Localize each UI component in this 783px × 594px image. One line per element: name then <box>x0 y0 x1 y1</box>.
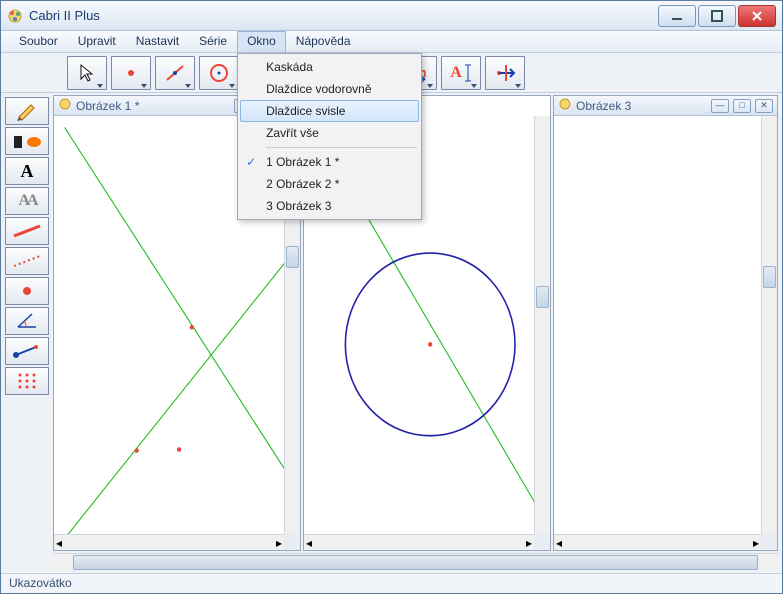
minimize-button[interactable] <box>658 5 696 27</box>
tool-transform[interactable] <box>485 56 525 90</box>
status-text: Ukazovátko <box>9 576 72 590</box>
menu-window-2[interactable]: 2 Obrázek 2 * <box>240 173 419 195</box>
tool-point[interactable] <box>111 56 151 90</box>
menu-soubor[interactable]: Soubor <box>9 31 68 52</box>
scroll-right-icon[interactable]: ▸ <box>753 536 759 550</box>
tool-point-style[interactable] <box>5 277 49 305</box>
window-title: Cabri II Plus <box>29 8 656 23</box>
menu-separator <box>266 147 417 148</box>
chevron-down-icon <box>185 84 191 88</box>
tool-pointer[interactable] <box>67 56 107 90</box>
menu-tile-vertical[interactable]: Dlaždice svisle <box>240 100 419 122</box>
menu-nastavit[interactable]: Nastavit <box>126 31 189 52</box>
tool-fill[interactable] <box>5 127 49 155</box>
chevron-down-icon <box>229 84 235 88</box>
doc-icon <box>58 97 72 114</box>
tool-font-style[interactable]: AA <box>5 187 49 215</box>
document-window-3: Obrázek 3 — □ ✕ ◂▸ <box>553 95 778 551</box>
menu-okno-label: Okno <box>247 34 276 48</box>
tool-font[interactable]: A <box>5 157 49 185</box>
doc-maximize-button[interactable]: □ <box>733 99 751 113</box>
doc-close-button[interactable]: ✕ <box>755 99 773 113</box>
canvas-3[interactable]: ◂▸ <box>554 116 777 550</box>
chevron-down-icon <box>141 84 147 88</box>
main-horizontal-scrollbar[interactable] <box>53 553 778 571</box>
tool-line-dotted[interactable] <box>5 247 49 275</box>
menu-upravit[interactable]: Upravit <box>68 31 126 52</box>
horizontal-scrollbar[interactable]: ◂▸ <box>554 534 761 550</box>
tool-line-red[interactable] <box>5 217 49 245</box>
vertical-scrollbar[interactable] <box>761 116 777 534</box>
scroll-thumb[interactable] <box>286 246 299 268</box>
scroll-left-icon[interactable]: ◂ <box>56 536 62 550</box>
menubar: Soubor Upravit Nastavit Série Okno Kaská… <box>1 31 782 53</box>
chevron-down-icon <box>97 84 103 88</box>
menu-window-3[interactable]: 3 Obrázek 3 <box>240 195 419 217</box>
menu-okno[interactable]: Okno Kaskáda Dlaždice vodorovně Dlaždice… <box>237 31 286 52</box>
scroll-right-icon[interactable]: ▸ <box>276 536 282 550</box>
scroll-left-icon[interactable]: ◂ <box>306 536 312 550</box>
menu-window-1[interactable]: ✓1 Obrázek 1 * <box>240 151 419 173</box>
tool-circle[interactable] <box>199 56 239 90</box>
tool-text[interactable]: A <box>441 56 481 90</box>
tool-grid[interactable] <box>5 367 49 395</box>
titlebar: Cabri II Plus <box>1 1 782 31</box>
chevron-down-icon <box>427 84 433 88</box>
menu-cascade[interactable]: Kaskáda <box>240 56 419 78</box>
tool-segment[interactable] <box>155 56 195 90</box>
document-title: Obrázek 3 <box>576 99 707 113</box>
menu-close-all[interactable]: Zavřít vše <box>240 122 419 144</box>
status-bar: Ukazovátko <box>1 573 782 593</box>
scroll-left-icon[interactable]: ◂ <box>556 536 562 550</box>
chevron-down-icon <box>471 84 477 88</box>
tool-vector[interactable] <box>5 337 49 365</box>
doc-icon <box>558 97 572 114</box>
vertical-scrollbar[interactable] <box>534 116 550 534</box>
tool-pencil[interactable] <box>5 97 49 125</box>
check-icon: ✓ <box>246 155 256 169</box>
app-icon <box>7 8 23 24</box>
scroll-thumb[interactable] <box>763 266 776 288</box>
app-window: Cabri II Plus Soubor Upravit Nastavit Sé… <box>0 0 783 594</box>
document-title: Obrázek 1 * <box>76 99 230 113</box>
menu-okno-dropdown: Kaskáda Dlaždice vodorovně Dlaždice svis… <box>237 53 422 220</box>
maximize-button[interactable] <box>698 5 736 27</box>
menu-serie[interactable]: Série <box>189 31 237 52</box>
chevron-down-icon <box>515 84 521 88</box>
scroll-thumb[interactable] <box>536 286 549 308</box>
tool-angle[interactable] <box>5 307 49 335</box>
doc-minimize-button[interactable]: — <box>711 99 729 113</box>
horizontal-scrollbar[interactable]: ◂▸ <box>304 534 534 550</box>
close-button[interactable] <box>738 5 776 27</box>
scroll-thumb[interactable] <box>73 555 758 570</box>
side-toolbar: A AA <box>1 93 53 573</box>
menu-tile-horizontal[interactable]: Dlaždice vodorovně <box>240 78 419 100</box>
menu-napoveda[interactable]: Nápověda <box>286 31 361 52</box>
horizontal-scrollbar[interactable]: ◂▸ <box>54 534 284 550</box>
scroll-right-icon[interactable]: ▸ <box>526 536 532 550</box>
